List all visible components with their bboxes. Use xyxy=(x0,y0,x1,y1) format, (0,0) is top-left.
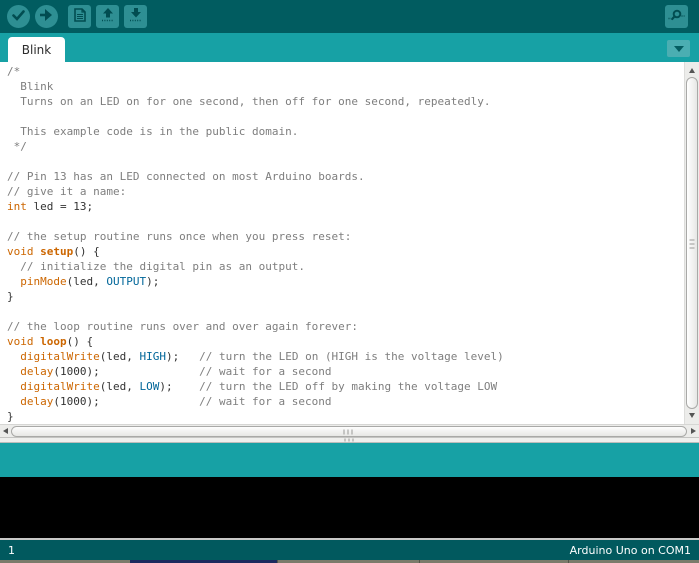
vertical-scrollbar-thumb[interactable] xyxy=(686,77,698,409)
code-lines: /* Blink Turns on an LED on for one seco… xyxy=(7,64,504,424)
scroll-down-button[interactable] xyxy=(685,408,699,423)
code-editor[interactable]: /* Blink Turns on an LED on for one seco… xyxy=(0,62,699,424)
scroll-left-button[interactable] xyxy=(0,425,11,437)
horizontal-scrollbar[interactable] xyxy=(0,424,699,437)
upload-button[interactable] xyxy=(35,5,58,28)
tab-bar: Blink xyxy=(0,33,699,62)
save-button[interactable] xyxy=(124,5,147,28)
chevron-down-icon xyxy=(674,46,684,52)
open-button[interactable] xyxy=(96,5,119,28)
scrollbar-grip-icon xyxy=(344,429,355,434)
toolbar xyxy=(0,0,699,33)
triangle-left-icon xyxy=(3,428,8,434)
arduino-ide-window: Blink /* Blink Turns on an LED on for on… xyxy=(0,0,699,563)
triangle-up-icon xyxy=(689,68,695,73)
triangle-right-icon xyxy=(691,428,696,434)
scrollbar-grip-icon xyxy=(690,238,695,249)
arrow-up-tray-icon xyxy=(101,8,115,25)
vertical-scrollbar[interactable] xyxy=(684,62,699,424)
triangle-down-icon xyxy=(689,413,695,418)
tab-blink[interactable]: Blink xyxy=(8,37,65,62)
scroll-right-button[interactable] xyxy=(688,425,699,437)
tab-label: Blink xyxy=(22,43,51,57)
scroll-up-button[interactable] xyxy=(685,63,699,78)
arrow-down-tray-icon xyxy=(129,8,143,25)
magnifier-icon xyxy=(668,8,685,25)
console-output xyxy=(0,477,699,540)
verify-button[interactable] xyxy=(7,5,30,28)
tab-menu-button[interactable] xyxy=(667,40,690,57)
document-icon xyxy=(74,8,86,25)
new-sketch-button[interactable] xyxy=(68,5,91,28)
status-line-number: 1 xyxy=(8,544,15,557)
serial-monitor-button[interactable] xyxy=(665,5,688,28)
message-area xyxy=(0,443,699,477)
status-bar: 1 Arduino Uno on COM1 xyxy=(0,540,699,560)
board-port-label: Arduino Uno on COM1 xyxy=(570,544,691,557)
arrow-right-icon xyxy=(40,9,53,24)
check-icon xyxy=(12,9,25,24)
horizontal-scrollbar-thumb[interactable] xyxy=(11,426,687,437)
splitter-grip-icon xyxy=(344,439,355,442)
